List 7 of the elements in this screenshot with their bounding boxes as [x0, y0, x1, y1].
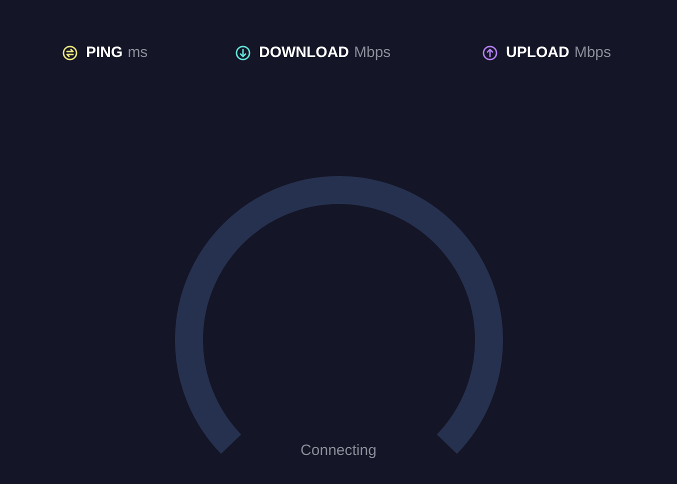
metric-label: PING	[86, 43, 123, 63]
metric-unit: ms	[128, 43, 148, 63]
metric-unit: Mbps	[574, 43, 612, 63]
metric-label: DOWNLOAD	[259, 43, 349, 63]
metric-unit: Mbps	[354, 43, 391, 63]
status-text: Connecting	[300, 441, 376, 461]
metric-label: UPLOAD	[506, 43, 570, 63]
